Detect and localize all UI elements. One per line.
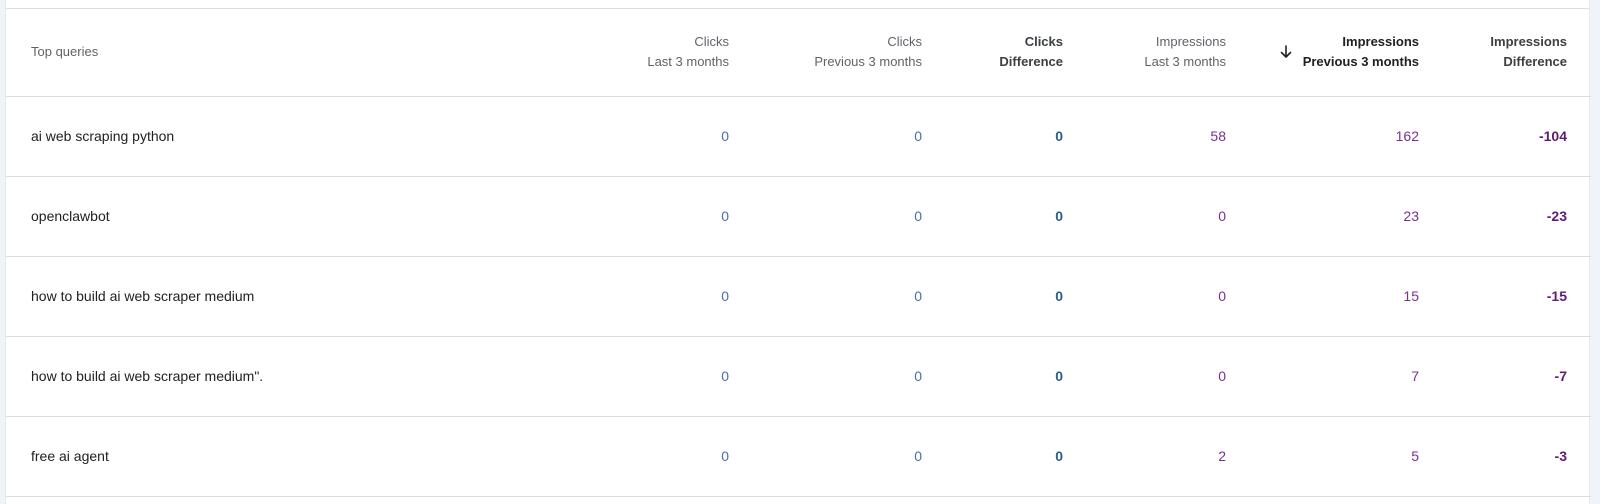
impressions-previous-cell: 5 [1226,416,1419,497]
clicks-previous-cell: 0 [729,416,922,497]
clicks-previous-cell: 0 [729,176,922,257]
clicks-previous-cell: 0 [729,96,922,177]
impressions-previous-cell: 7 [1226,336,1419,417]
header-label-metric: Impressions [1342,34,1419,50]
column-header-clicks-difference[interactable]: Clicks Difference [922,9,1063,97]
column-header-impressions-last[interactable]: Impressions Last 3 months [1063,9,1226,97]
clicks-last-cell: 0 [542,256,729,337]
query-cell: openclawbot [6,176,542,257]
clicks-last-cell: 0 [542,416,729,497]
impressions-difference-cell: -15 [1419,256,1591,337]
clicks-difference-cell: 0 [922,416,1063,497]
impressions-difference-cell: -23 [1419,176,1591,257]
header-label-period: Difference [999,54,1063,70]
impressions-difference-cell: -3 [1419,416,1591,497]
query-cell: free ai agent [6,416,542,497]
header-label: Top queries [31,44,99,60]
clicks-last-cell: 0 [542,96,729,177]
impressions-previous-cell: 162 [1226,96,1419,177]
table-row[interactable]: free ai agent 0 0 0 2 5 -3 [6,416,1591,497]
table-row[interactable]: how to build ai web scraper medium". 0 0… [6,336,1591,417]
clicks-difference-cell: 0 [922,336,1063,417]
clicks-last-cell: 0 [542,336,729,417]
column-header-clicks-previous[interactable]: Clicks Previous 3 months [729,9,922,97]
header-label-period: Difference [1503,54,1567,70]
queries-panel: Top queries Clicks Last 3 months Clicks … [5,0,1591,504]
table-row[interactable]: openclawbot 0 0 0 0 23 -23 [6,176,1591,257]
header-label-metric: Impressions [1490,34,1567,50]
clicks-difference-cell: 0 [922,256,1063,337]
table-header-row: Top queries Clicks Last 3 months Clicks … [6,9,1591,97]
clicks-previous-cell: 0 [729,336,922,417]
column-header-impressions-difference[interactable]: Impressions Difference [1419,9,1591,97]
header-label-metric: Clicks [1024,34,1063,50]
header-label-metric: Clicks [887,34,922,50]
impressions-last-cell: 0 [1063,176,1226,257]
clicks-difference-cell: 0 [922,176,1063,257]
column-header-clicks-last[interactable]: Clicks Last 3 months [542,9,729,97]
impressions-previous-cell: 15 [1226,256,1419,337]
clicks-last-cell: 0 [542,176,729,257]
header-label-period: Previous 3 months [814,54,922,70]
column-header-impressions-previous[interactable]: Impressions Previous 3 months [1226,9,1419,97]
query-cell: ai web scraping python [6,96,542,177]
arrow-down-icon [1280,45,1291,59]
table-row[interactable]: ai web scraping python 0 0 0 58 162 -104 [6,96,1591,177]
header-label-period: Previous 3 months [1302,54,1419,70]
impressions-last-cell: 0 [1063,256,1226,337]
header-label-period: Last 3 months [647,54,729,70]
table-row[interactable]: how to build ai web scraper medium 0 0 0… [6,256,1591,337]
clicks-previous-cell: 0 [729,256,922,337]
clicks-difference-cell: 0 [922,96,1063,177]
header-label-metric: Impressions [1155,34,1226,50]
query-cell: how to build ai web scraper medium". [6,336,542,417]
header-label-metric: Clicks [694,34,729,50]
impressions-difference-cell: -104 [1419,96,1591,177]
queries-table: Top queries Clicks Last 3 months Clicks … [6,9,1591,497]
header-label-period: Last 3 months [1144,54,1226,70]
query-cell: how to build ai web scraper medium [6,256,542,337]
impressions-last-cell: 58 [1063,96,1226,177]
impressions-last-cell: 2 [1063,416,1226,497]
impressions-difference-cell: -7 [1419,336,1591,417]
impressions-last-cell: 0 [1063,336,1226,417]
column-header-top-queries[interactable]: Top queries [6,9,542,97]
impressions-previous-cell: 23 [1226,176,1419,257]
